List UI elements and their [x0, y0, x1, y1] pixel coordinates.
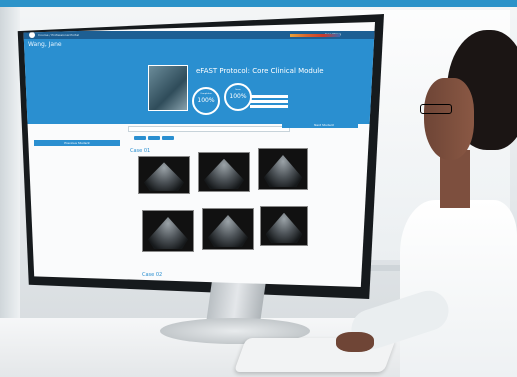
info-field [250, 105, 288, 108]
brand-strip [0, 0, 517, 7]
completion-value: 100% [197, 97, 215, 104]
case-title: Case 01 [130, 148, 151, 154]
app-logo[interactable] [29, 32, 35, 38]
module-banner: Wang, Jane eFAST Protocol: Core Clinical… [23, 34, 375, 124]
app-title: Course / Professional Portal [38, 33, 79, 37]
ultrasound-thumbnail[interactable] [202, 208, 254, 250]
person-face [424, 78, 474, 160]
photo-scene: Course / Professional Portal Jane Wang W… [0, 0, 517, 377]
module-title: eFAST Protocol: Core Clinical Module [196, 67, 324, 75]
background-wall [0, 7, 20, 337]
completion-ring: Completion 100% [192, 87, 220, 115]
ultrasound-thumbnail[interactable] [258, 148, 308, 190]
score-label: Score [235, 89, 241, 91]
score-ring: Score 100% [224, 83, 252, 111]
previous-student-button[interactable]: Previous Student [34, 140, 120, 146]
glasses [420, 104, 452, 114]
ultrasound-thumbnail[interactable] [142, 210, 194, 252]
ultrasound-thumbnail[interactable] [198, 152, 250, 192]
ultrasound-thumbnail[interactable] [138, 156, 190, 194]
monitor-screen: Course / Professional Portal Jane Wang W… [23, 22, 375, 287]
info-field [250, 100, 288, 103]
ultrasound-thumbnail[interactable] [260, 206, 308, 246]
filter-pill[interactable] [134, 136, 146, 140]
search-input[interactable] [128, 126, 290, 132]
score-value: 100% [229, 93, 247, 100]
patient-name: Wang, Jane [28, 41, 62, 48]
person-body [400, 200, 517, 377]
filter-pill[interactable] [148, 136, 160, 140]
progress-strip [290, 34, 340, 37]
info-field [250, 95, 288, 98]
filter-pill[interactable] [162, 136, 174, 140]
completion-label: Completion [200, 93, 212, 95]
next-student-button[interactable]: Next Student [290, 122, 358, 128]
case-title: Case 02 [142, 272, 163, 278]
person-hand [336, 332, 374, 352]
student-photo [148, 65, 188, 111]
